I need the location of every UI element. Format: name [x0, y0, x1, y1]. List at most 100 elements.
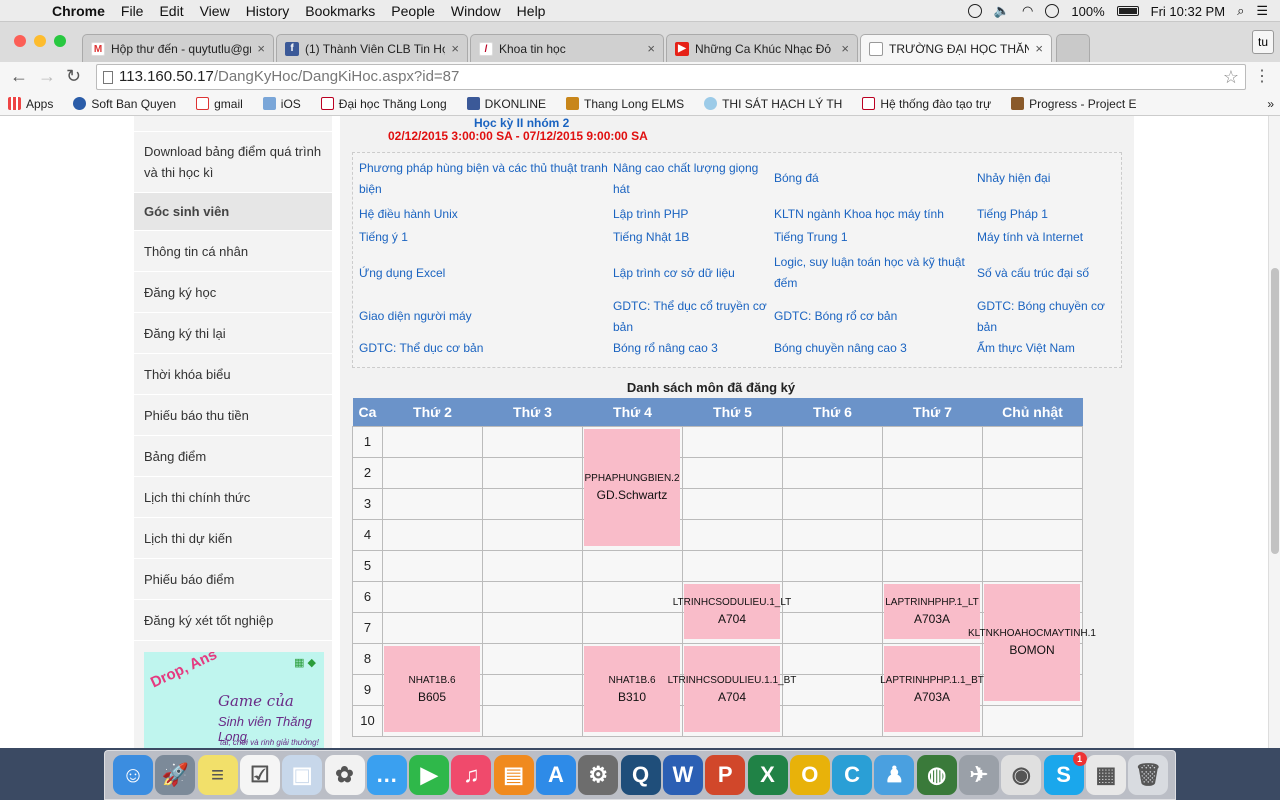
- powerpoint-dock-icon[interactable]: P: [705, 755, 746, 795]
- scrollbar-thumb[interactable]: [1271, 268, 1279, 554]
- sidebar-item-truncated[interactable]: [134, 116, 332, 132]
- page-scrollbar[interactable]: [1268, 116, 1280, 748]
- address-bar[interactable]: 113.160.50.17/DangKyHoc/DangKiHoc.aspx?i…: [96, 64, 1246, 90]
- back-arrow-icon[interactable]: ←: [10, 66, 28, 87]
- app-store-dock-icon[interactable]: A: [536, 755, 576, 795]
- course-block[interactable]: NHAT1B.6 B310: [584, 646, 680, 732]
- close-window-button[interactable]: [14, 35, 26, 47]
- outlook-dock-icon[interactable]: O: [789, 755, 830, 795]
- finder-dock-icon[interactable]: ☺: [113, 755, 153, 795]
- ibooks-dock-icon[interactable]: ▤: [493, 755, 534, 795]
- people-app-dock-icon[interactable]: ♟: [874, 755, 915, 795]
- sidebar-item-bang-diem[interactable]: Bảng điểm: [134, 436, 332, 477]
- course-link[interactable]: Máy tính và Internet: [977, 227, 1117, 248]
- chrome-dock-icon[interactable]: ◉: [1001, 755, 1042, 795]
- menu-people[interactable]: People: [383, 3, 443, 19]
- bookmark-apps[interactable]: Apps: [8, 97, 53, 111]
- sidebar-item-dang-ky-hoc[interactable]: Đăng ký học: [134, 272, 332, 313]
- network-app-dock-icon[interactable]: ◍: [916, 755, 957, 795]
- bookmark-progress[interactable]: Progress - Project E: [1011, 97, 1137, 111]
- sidebar-item-thoi-khoa-bieu[interactable]: Thời khóa biểu: [134, 354, 332, 395]
- bookmark-thi-sat-hach[interactable]: THI SÁT HẠCH LÝ TH: [704, 97, 842, 111]
- battery-icon[interactable]: [1116, 6, 1139, 16]
- course-link[interactable]: Nâng cao chất lượng giọng hát: [613, 157, 769, 200]
- clock[interactable]: Fri 10:32 PM: [1151, 4, 1225, 19]
- messages-dock-icon[interactable]: …: [366, 755, 407, 795]
- bookmark-dkonline[interactable]: DKONLINE: [466, 97, 546, 111]
- course-link[interactable]: Ẩm thực Việt Nam: [977, 338, 1117, 359]
- menu-help[interactable]: Help: [509, 3, 554, 19]
- volume-icon[interactable]: 🔈: [994, 3, 1010, 19]
- sidebar-item-lich-thi-du-kien[interactable]: Lịch thi dự kiến: [134, 518, 332, 559]
- sidebar-item-phieu-bao-thu-tien[interactable]: Phiếu báo thu tiền: [134, 395, 332, 436]
- reload-icon[interactable]: ↻: [66, 66, 81, 87]
- skype-dock-icon[interactable]: S1: [1043, 752, 1087, 795]
- menu-history[interactable]: History: [238, 3, 298, 19]
- close-tab-icon[interactable]: ×: [647, 41, 655, 56]
- course-link[interactable]: Phương pháp hùng biện và các thủ thuật t…: [359, 157, 609, 200]
- tab-truong-dai-hoc[interactable]: TRƯỜNG ĐẠI HỌC THĂNG ×: [860, 34, 1052, 62]
- bookmark-ios[interactable]: iOS: [262, 97, 301, 111]
- menu-bookmarks[interactable]: Bookmarks: [297, 3, 383, 19]
- menu-app-name[interactable]: Chrome: [44, 3, 113, 19]
- close-tab-icon[interactable]: ×: [1035, 41, 1043, 56]
- documents-dock-icon[interactable]: ▦: [1085, 755, 1126, 795]
- bookmark-star-icon[interactable]: ☆: [1223, 65, 1239, 89]
- tab-gmail[interactable]: M Hộp thư đến - quytutlu@gm ×: [82, 34, 274, 62]
- menu-view[interactable]: View: [192, 3, 238, 19]
- menu-window[interactable]: Window: [443, 3, 509, 19]
- wifi-icon[interactable]: ◠: [1022, 3, 1033, 19]
- profile-button[interactable]: tu: [1252, 30, 1274, 54]
- minimize-window-button[interactable]: [34, 35, 46, 47]
- course-link[interactable]: Bóng rổ nâng cao 3: [613, 338, 769, 359]
- sidebar-item-phieu-bao-diem[interactable]: Phiếu báo điểm: [134, 559, 332, 600]
- course-block[interactable]: LAPTRINHPHP.1.1_BT A703A: [880, 646, 984, 732]
- tab-khoa-tin-hoc[interactable]: / Khoa tin học ×: [470, 34, 664, 62]
- new-tab-button[interactable]: [1056, 34, 1090, 62]
- sidebar-item-dang-ky-thi-lai[interactable]: Đăng ký thi lại: [134, 313, 332, 354]
- zoom-window-button[interactable]: [54, 35, 66, 47]
- course-link[interactable]: GDTC: Bóng chuyền cơ bản: [977, 295, 1117, 338]
- course-link[interactable]: Tiếng Nhật 1B: [613, 227, 769, 248]
- bookmark-dai-hoc-thang-long[interactable]: Đại học Thăng Long: [320, 97, 447, 111]
- course-block[interactable]: KLTNKHOAHOCMAYTINH.1 BOMON: [968, 584, 1096, 701]
- more-bookmarks-icon[interactable]: »: [1267, 97, 1274, 111]
- course-link[interactable]: Tiếng ý 1: [359, 227, 609, 248]
- game-banner[interactable]: Drop, Ans ▦ ◆ Game của Sinh viên Thăng L…: [144, 652, 324, 748]
- word-dock-icon[interactable]: W: [662, 755, 703, 795]
- system-preferences-dock-icon[interactable]: ⚙: [578, 755, 619, 795]
- course-link[interactable]: Hệ điều hành Unix: [359, 204, 609, 225]
- course-link[interactable]: Logic, suy luận toán học và kỹ thuật đếm: [774, 251, 974, 295]
- course-link[interactable]: KLTN ngành Khoa học máy tính: [774, 204, 974, 225]
- course-link[interactable]: GDTC: Thể dục cơ bản: [359, 338, 609, 359]
- sidebar-item-thong-tin-ca-nhan[interactable]: Thông tin cá nhân: [134, 231, 332, 272]
- course-link[interactable]: Bóng chuyền nâng cao 3: [774, 338, 974, 359]
- course-link[interactable]: Nhảy hiện đại: [977, 157, 1117, 200]
- itunes-dock-icon[interactable]: ♫: [451, 755, 492, 795]
- course-block[interactable]: LTRINHCSODULIEU.1.1_BT A704: [668, 646, 796, 732]
- course-block[interactable]: NHAT1B.6 B605: [384, 646, 480, 732]
- time-machine-icon[interactable]: [1045, 4, 1060, 18]
- tab-facebook[interactable]: f (1) Thành Viên CLB Tin Học ×: [276, 34, 468, 62]
- sidebar-item-lich-thi-chinh-thuc[interactable]: Lịch thi chính thức: [134, 477, 332, 518]
- sidebar-item-download-bang-diem[interactable]: Download bảng điểm quá trình và thi học …: [134, 132, 332, 193]
- course-link[interactable]: Số và cấu trúc đại số: [977, 251, 1117, 295]
- check-status-icon[interactable]: [967, 4, 982, 18]
- course-link[interactable]: Tiếng Pháp 1: [977, 204, 1117, 225]
- course-link[interactable]: Ứng dụng Excel: [359, 251, 609, 295]
- course-link[interactable]: Giao diện người máy: [359, 295, 609, 338]
- sidebar-item-dang-ky-xet-tot-nghiep[interactable]: Đăng ký xét tốt nghiệp: [134, 600, 332, 641]
- forward-arrow-icon[interactable]: →: [38, 66, 56, 87]
- course-link[interactable]: GDTC: Bóng rổ cơ bản: [774, 295, 974, 338]
- preview-dock-icon[interactable]: ▣: [282, 755, 323, 795]
- c-app-dock-icon[interactable]: C: [832, 755, 873, 795]
- chrome-menu-icon[interactable]: ⋮: [1254, 66, 1270, 86]
- course-link[interactable]: Lập trình PHP: [613, 204, 769, 225]
- course-block[interactable]: PPHAPHUNGBIEN.2 GD.Schwartz: [584, 429, 680, 546]
- notes-dock-icon[interactable]: ≡: [197, 755, 238, 795]
- launchpad-dock-icon[interactable]: 🚀: [155, 755, 196, 795]
- page-info-icon[interactable]: [103, 71, 113, 84]
- satellite-app-dock-icon[interactable]: ✈: [959, 755, 999, 795]
- course-block[interactable]: LTRINHCSODULIEU.1_LT A704: [673, 584, 791, 639]
- bookmark-soft-ban-quyen[interactable]: Soft Ban Quyen: [73, 97, 176, 111]
